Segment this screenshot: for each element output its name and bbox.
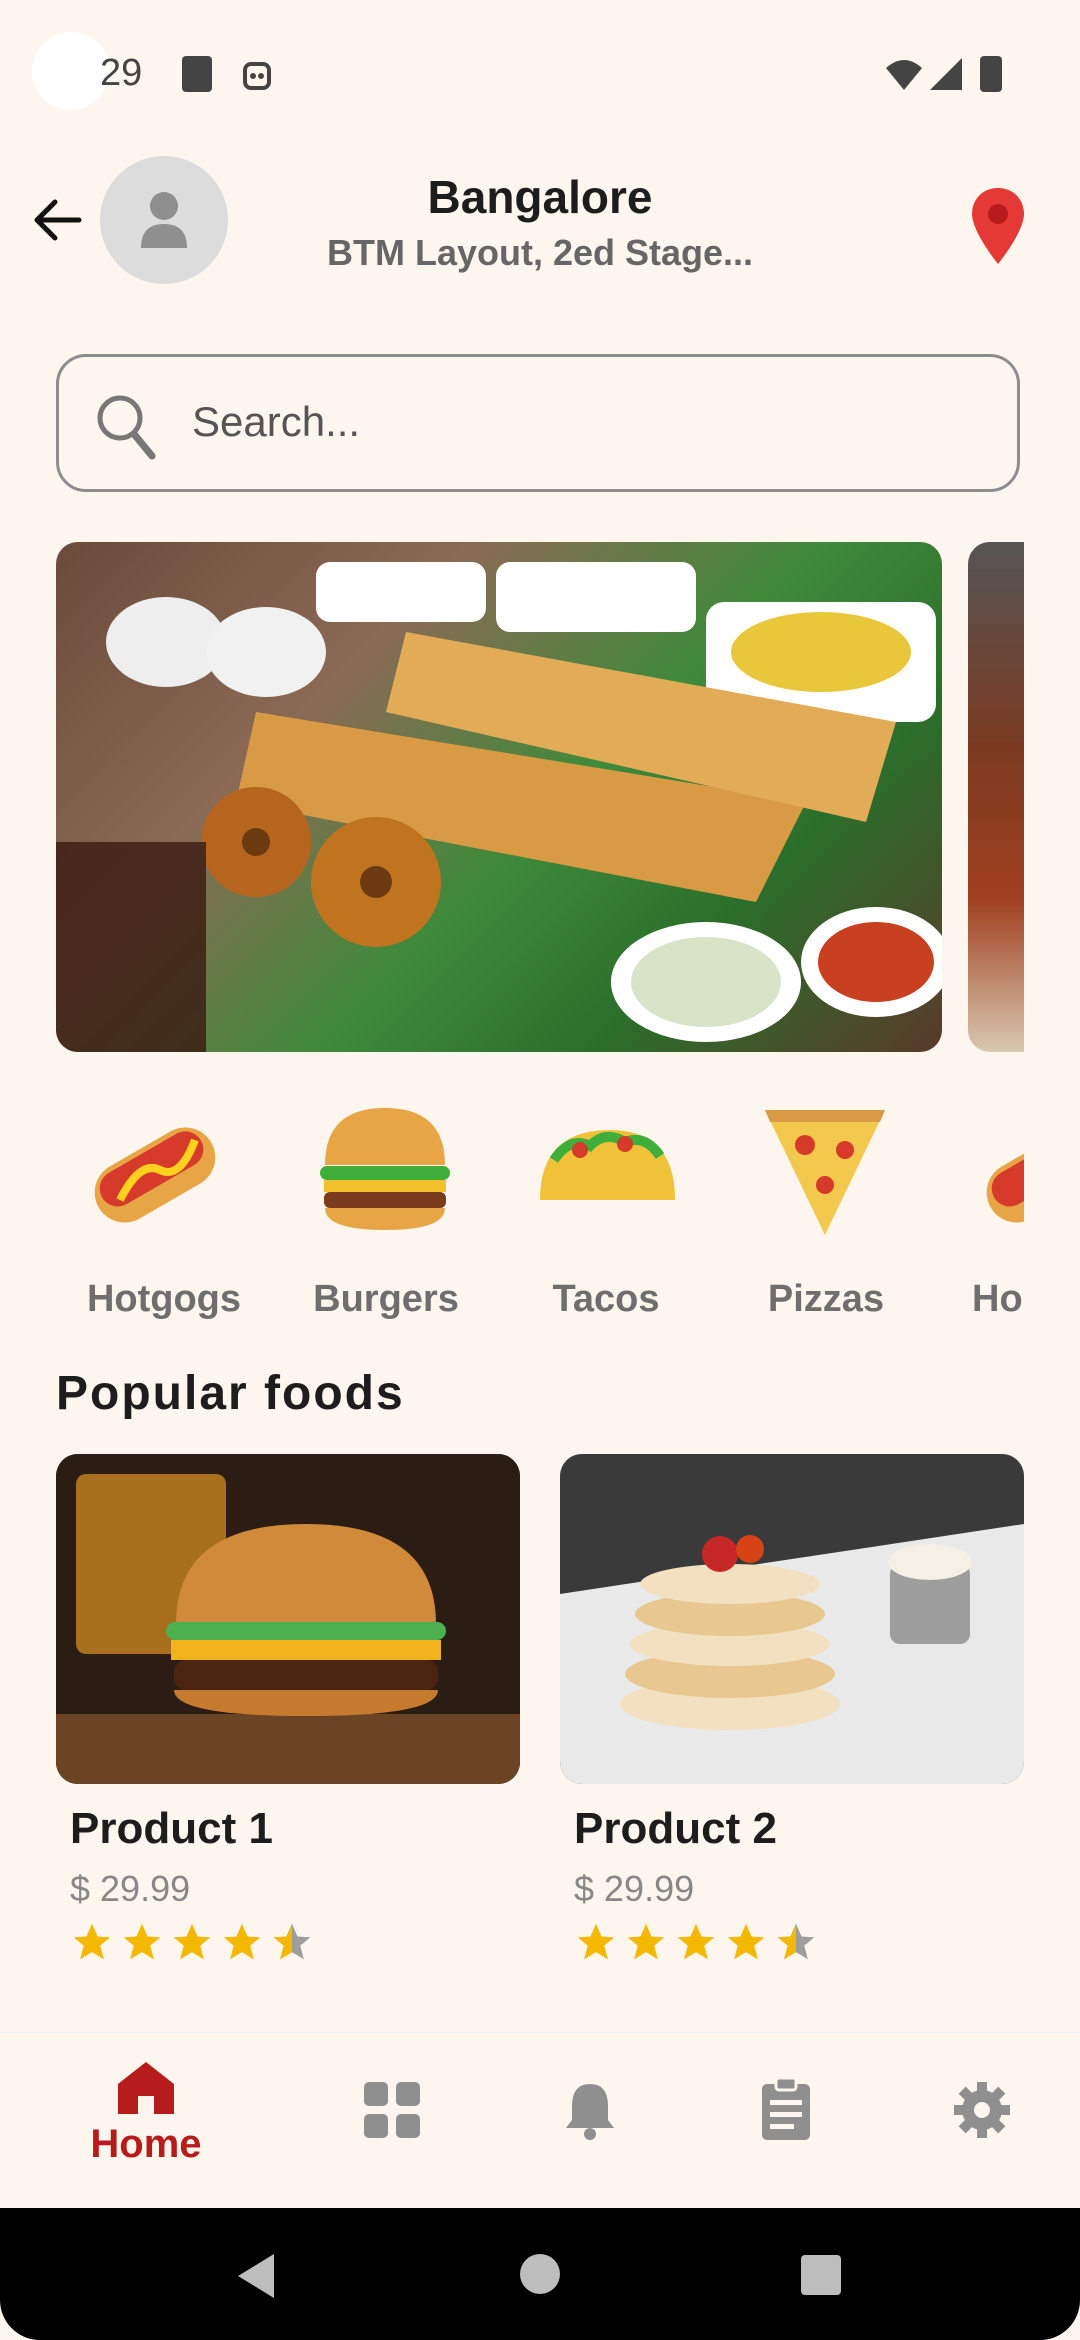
area-name[interactable]: BTM Layout, 2ed Stage... — [0, 232, 1080, 274]
food-platter-illustration — [56, 562, 942, 1052]
burger-photo — [56, 1454, 520, 1784]
robot-icon — [243, 62, 271, 90]
star-icon — [223, 1923, 261, 1960]
burger-icon[interactable] — [310, 1090, 460, 1240]
wifi-icon — [886, 60, 922, 90]
banner-image[interactable] — [56, 542, 942, 1052]
home-icon — [118, 2062, 174, 2114]
system-recents-icon[interactable] — [800, 2254, 842, 2296]
status-bar: 29 — [0, 0, 1080, 150]
product-price: $ 29.99 — [574, 1868, 695, 1909]
category-label[interactable]: Tacos — [496, 1278, 716, 1321]
star-icon — [677, 1923, 715, 1960]
map-pin-icon[interactable] — [968, 186, 1028, 266]
rating-stars — [574, 1920, 818, 1964]
hotdog-icon — [986, 1127, 1024, 1223]
battery-icon — [980, 56, 1002, 92]
camera-cutout — [32, 32, 110, 110]
banner-image-next[interactable] — [968, 542, 1024, 1052]
category-label[interactable]: Hotgogs — [54, 1278, 274, 1321]
gear-icon[interactable] — [952, 2080, 1012, 2140]
product-image[interactable] — [56, 1454, 520, 1784]
grid-icon[interactable] — [362, 2080, 422, 2140]
system-nav-bar — [0, 2208, 1080, 2340]
star-icon — [627, 1923, 665, 1960]
signal-icon — [930, 58, 962, 90]
rating-stars — [70, 1920, 314, 1964]
star-icon — [173, 1923, 211, 1960]
pancake-photo — [560, 1454, 1024, 1784]
category-label[interactable]: Pizzas — [716, 1278, 936, 1321]
section-title-popular: Popular foods — [56, 1367, 405, 1420]
search-icon — [97, 395, 156, 460]
taco-icon[interactable] — [530, 1090, 680, 1240]
search-input[interactable] — [190, 386, 994, 458]
product-name[interactable]: Product 1 — [70, 1804, 273, 1854]
nav-home-label: Home — [90, 2122, 202, 2166]
product-image[interactable] — [560, 1454, 1024, 1784]
star-half-icon — [273, 1923, 311, 1960]
product-name[interactable]: Product 2 — [574, 1804, 777, 1854]
hotdog-icon — [94, 1127, 216, 1223]
system-back-icon[interactable] — [234, 2252, 278, 2300]
category-label[interactable]: Burgers — [276, 1278, 496, 1321]
category-label[interactable]: Ho — [972, 1278, 1024, 1321]
bell-icon[interactable] — [562, 2080, 618, 2140]
product-price: $ 29.99 — [70, 1868, 191, 1909]
city-name[interactable]: Bangalore — [0, 170, 1080, 224]
star-icon — [73, 1923, 111, 1960]
sd-card-icon — [182, 56, 212, 92]
pizza-icon[interactable] — [750, 1090, 900, 1240]
star-icon — [123, 1923, 161, 1960]
star-half-icon — [777, 1923, 815, 1960]
clipboard-icon[interactable] — [760, 2076, 812, 2142]
category-hotdogs-partial[interactable] — [972, 1090, 1024, 1240]
star-icon — [727, 1923, 765, 1960]
nav-home[interactable]: Home — [86, 2060, 206, 2180]
star-icon — [577, 1923, 615, 1960]
system-home-icon[interactable] — [518, 2252, 562, 2296]
status-time: 29 — [100, 52, 143, 94]
